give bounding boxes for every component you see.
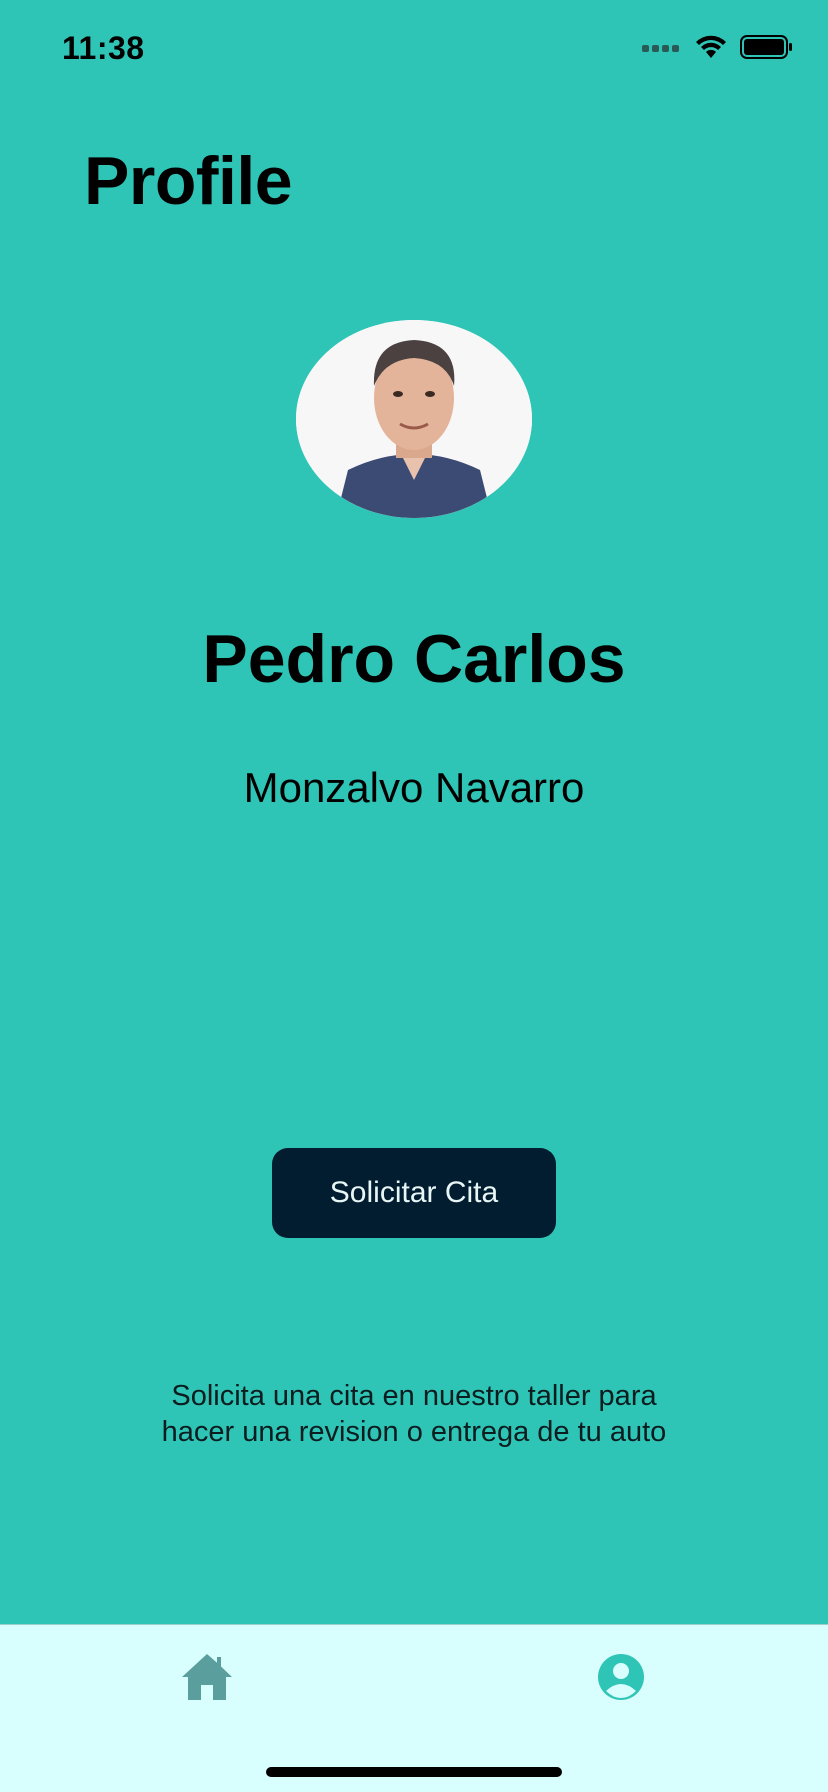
profile-photo <box>296 320 532 518</box>
profile-last-name: Monzalvo Navarro <box>243 764 585 811</box>
profile-first-name: Pedro Carlos <box>202 621 626 697</box>
wifi-icon <box>694 34 728 65</box>
tab-home[interactable] <box>172 1645 242 1709</box>
status-time: 11:38 <box>62 30 145 66</box>
cellular-signal-icon <box>642 41 682 59</box>
battery-icon <box>740 34 794 65</box>
home-indicator <box>266 1767 562 1777</box>
request-appointment-button[interactable]: Solicitar Cita <box>272 1148 556 1238</box>
avatar <box>296 320 532 518</box>
status-bar: 11:38 <box>0 0 828 100</box>
home-icon <box>182 1654 232 1700</box>
status-icons <box>642 34 794 65</box>
page-title: Profile <box>84 143 293 219</box>
tab-bar <box>0 1624 828 1792</box>
user-circle-icon <box>598 1654 644 1700</box>
tab-profile[interactable] <box>586 1645 656 1709</box>
appointment-description: Solicita una cita en nuestro taller para… <box>161 1380 667 1448</box>
